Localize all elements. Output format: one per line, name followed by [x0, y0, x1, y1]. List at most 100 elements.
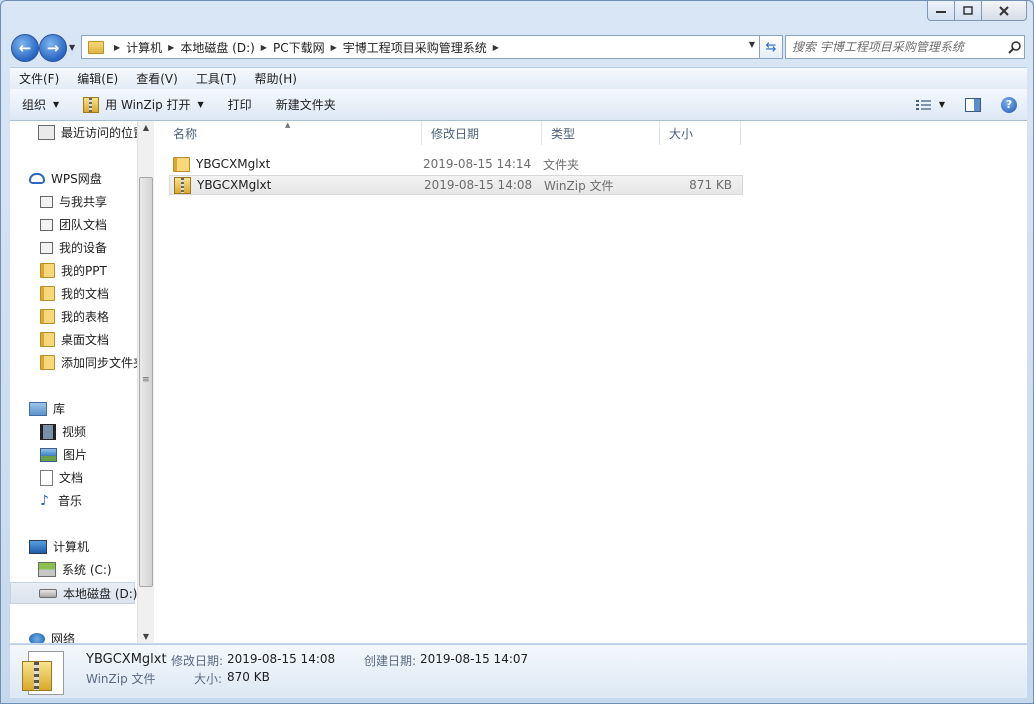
recent-pages-dropdown[interactable]: ▼ — [69, 43, 75, 52]
chevron-down-icon: ▼ — [197, 100, 204, 109]
nav-item-videos[interactable]: 视频 — [40, 423, 86, 440]
column-modified-label: 修改日期 — [431, 126, 480, 141]
nav-item-network[interactable]: 网络 — [29, 630, 75, 643]
nav-pane-scrollbar[interactable]: ▲ ≡ ▼ — [137, 121, 154, 643]
menu-bar: 文件(F) 编辑(E) 查看(V) 工具(T) 帮助(H) — [10, 67, 1027, 89]
nav-item-my-documents[interactable]: 我的文档 — [40, 285, 109, 302]
refresh-icon: ⇆ — [765, 39, 777, 55]
nav-item-label: 与我共享 — [59, 195, 108, 209]
close-icon — [999, 5, 1009, 16]
breadcrumb-pc-download[interactable]: PC下载网 — [273, 39, 325, 56]
menu-help[interactable]: 帮助(H) — [246, 70, 306, 87]
organize-button[interactable]: 组织 ▼ — [10, 89, 71, 120]
search-box — [785, 35, 1025, 59]
nav-item-recent[interactable]: 最近访问的位置 — [38, 124, 137, 141]
scroll-down-icon[interactable]: ▼ — [138, 632, 154, 641]
nav-item-label: 我的表格 — [61, 310, 110, 324]
music-note-icon: ♪ — [40, 492, 49, 509]
chevron-right-icon[interactable]: ▶ — [114, 43, 120, 52]
shared-icon — [40, 195, 53, 208]
nav-item-label: 视频 — [62, 425, 87, 439]
nav-item-label: 添加同步文件夹 — [61, 356, 137, 370]
breadcrumb-computer[interactable]: 计算机 — [126, 39, 162, 56]
nav-item-label: 系统 (C:) — [62, 563, 112, 577]
file-name-cell: YBGCXMglxt — [169, 156, 423, 172]
nav-item-pictures[interactable]: 图片 — [40, 446, 87, 463]
column-size[interactable]: 大小 — [660, 121, 741, 145]
change-view-button[interactable]: ▼ — [915, 99, 945, 111]
search-input[interactable] — [786, 39, 1004, 55]
chevron-right-icon[interactable]: ▶ — [261, 43, 267, 52]
close-button[interactable] — [982, 1, 1027, 21]
nav-item-my-devices[interactable]: 我的设备 — [40, 239, 107, 256]
computer-icon — [29, 539, 47, 554]
folder-icon — [40, 263, 55, 278]
file-name: YBGCXMglxt — [197, 178, 272, 192]
nav-item-computer[interactable]: 计算机 — [29, 538, 89, 555]
chevron-right-icon[interactable]: ▶ — [493, 43, 499, 52]
nav-item-desktop-docs[interactable]: 桌面文档 — [40, 331, 109, 348]
folder-icon — [40, 286, 55, 301]
address-dropdown-icon[interactable]: ▼ — [749, 40, 755, 49]
file-row[interactable]: YBGCXMglxt 2019-08-15 14:14 文件夹 — [169, 154, 743, 174]
column-name[interactable]: 名称 ▲ — [155, 121, 422, 145]
menu-file[interactable]: 文件(F) — [10, 70, 68, 87]
help-icon: ? — [1005, 98, 1013, 111]
menu-edit[interactable]: 编辑(E) — [68, 70, 127, 87]
scroll-up-icon[interactable]: ▲ — [138, 123, 154, 132]
nav-item-label: 团队文档 — [59, 218, 108, 232]
back-button[interactable]: ← — [11, 34, 39, 62]
new-folder-button[interactable]: 新建文件夹 — [264, 89, 348, 120]
address-bar[interactable]: ▶ 计算机 ▶ 本地磁盘 (D:) ▶ PC下载网 ▶ 宇博工程项目采购管理系统… — [81, 35, 760, 59]
nav-item-documents[interactable]: 文档 — [40, 469, 83, 486]
chevron-right-icon[interactable]: ▶ — [168, 43, 174, 52]
nav-item-drive-d[interactable]: 本地磁盘 (D:) — [10, 582, 137, 604]
nav-item-add-sync-folder[interactable]: 添加同步文件夹 — [40, 354, 137, 371]
print-button[interactable]: 打印 — [216, 89, 264, 120]
preview-pane-button[interactable] — [965, 97, 981, 112]
details-file-type: WinZip 文件 — [86, 672, 156, 686]
folder-icon — [40, 332, 55, 347]
nav-item-wps-drive[interactable]: WPS网盘 — [29, 170, 102, 187]
minimize-button[interactable] — [927, 1, 955, 21]
column-modified[interactable]: 修改日期 — [422, 121, 542, 145]
navigation-pane: 最近访问的位置 WPS网盘 与我共享 团队文档 我的设备 我的PPT 我的文档 … — [10, 121, 137, 643]
menu-tools[interactable]: 工具(T) — [187, 70, 246, 87]
nav-item-label: 音乐 — [58, 494, 83, 508]
document-icon — [40, 469, 53, 486]
chevron-right-icon[interactable]: ▶ — [331, 43, 337, 52]
nav-item-music[interactable]: ♪ 音乐 — [40, 492, 82, 509]
print-label: 打印 — [227, 98, 252, 112]
nav-item-shared-with-me[interactable]: 与我共享 — [40, 193, 107, 210]
breadcrumb-current-folder[interactable]: 宇博工程项目采购管理系统 — [343, 39, 487, 56]
column-type[interactable]: 类型 — [542, 121, 660, 145]
nav-item-team-docs[interactable]: 团队文档 — [40, 216, 107, 233]
nav-item-drive-c[interactable]: 系统 (C:) — [38, 561, 112, 578]
nav-item-my-ppt[interactable]: 我的PPT — [40, 262, 107, 279]
forward-button[interactable]: → — [39, 34, 67, 62]
details-pane: YBGCXMglxt 修改日期: 2019-08-15 14:08 创建日期: … — [10, 644, 1027, 698]
caption-buttons — [927, 1, 1027, 21]
nav-item-my-sheets[interactable]: 我的表格 — [40, 308, 109, 325]
nav-item-libraries[interactable]: 库 — [29, 400, 65, 417]
maximize-button[interactable] — [955, 1, 982, 21]
details-size-label: 大小: — [194, 672, 223, 686]
open-with-label: 用 WinZip 打开 — [105, 98, 191, 112]
nav-item-label: 桌面文档 — [61, 333, 110, 347]
open-with-winzip-button[interactable]: 用 WinZip 打开 ▼ — [71, 89, 216, 120]
breadcrumb-drive-d[interactable]: 本地磁盘 (D:) — [180, 39, 254, 56]
video-icon — [40, 423, 56, 440]
menu-view[interactable]: 查看(V) — [127, 70, 187, 87]
winzip-large-icon — [22, 651, 66, 695]
help-button[interactable]: ? — [1001, 96, 1017, 113]
file-date: 2019-08-15 14:08 — [424, 178, 533, 192]
search-icon[interactable] — [1004, 40, 1024, 54]
explorer-window: ← → ▼ ▶ 计算机 ▶ 本地磁盘 (D:) ▶ PC下载网 ▶ 宇博工程项目… — [0, 0, 1034, 704]
column-size-label: 大小 — [669, 126, 694, 141]
refresh-button[interactable]: ⇆ — [759, 35, 783, 59]
details-created-label: 创建日期: — [364, 654, 417, 668]
file-row-selected[interactable]: YBGCXMglxt 2019-08-15 14:08 WinZip 文件 87… — [169, 175, 743, 195]
chevron-down-icon[interactable]: ▼ — [939, 100, 945, 109]
new-folder-label: 新建文件夹 — [275, 98, 336, 112]
nav-item-label: 文档 — [59, 471, 84, 485]
